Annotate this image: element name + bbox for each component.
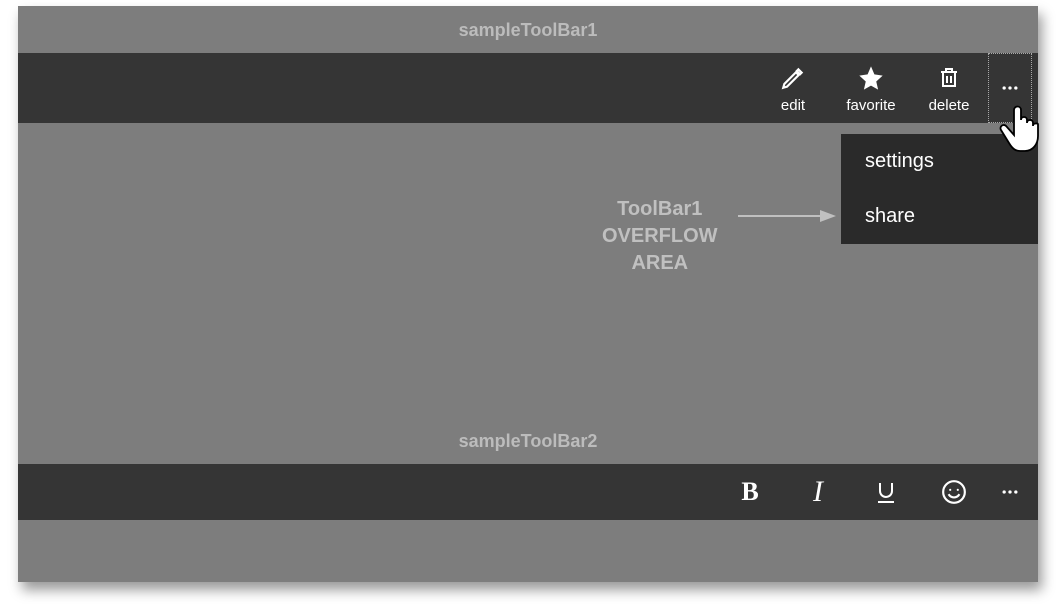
emoji-button[interactable] — [920, 464, 988, 520]
annotation-line1: ToolBar1 — [617, 198, 702, 220]
edit-icon — [780, 63, 806, 93]
toolbar2: B I — [18, 464, 1038, 520]
delete-button[interactable]: delete — [910, 53, 988, 123]
overflow-item-share[interactable]: share — [841, 189, 1038, 244]
edit-label: edit — [781, 97, 805, 114]
delete-label: delete — [929, 97, 970, 114]
more-icon — [1000, 78, 1020, 98]
trash-icon — [937, 63, 961, 93]
annotation-line3: AREA — [631, 252, 688, 274]
cursor-hand-icon — [998, 102, 1040, 159]
toolbar1: edit favorite delete — [18, 53, 1038, 123]
arrow-icon — [738, 206, 838, 226]
favorite-label: favorite — [846, 97, 895, 114]
edit-button[interactable]: edit — [754, 53, 832, 123]
bold-icon: B — [741, 477, 758, 507]
italic-icon: I — [813, 475, 823, 509]
section2-title: sampleToolBar2 — [18, 417, 1038, 464]
section1-title: sampleToolBar1 — [18, 6, 1038, 53]
more-icon — [1000, 482, 1020, 502]
underline-icon — [874, 478, 898, 506]
annotation-line2: OVERFLOW — [602, 225, 718, 247]
bold-button[interactable]: B — [716, 464, 784, 520]
underline-button[interactable] — [852, 464, 920, 520]
emoji-icon — [941, 479, 967, 505]
favorite-button[interactable]: favorite — [832, 53, 910, 123]
italic-button[interactable]: I — [784, 464, 852, 520]
toolbar2-more-button[interactable] — [988, 464, 1032, 520]
star-icon — [857, 63, 885, 93]
app-canvas: sampleToolBar1 edit favorite — [18, 6, 1038, 582]
